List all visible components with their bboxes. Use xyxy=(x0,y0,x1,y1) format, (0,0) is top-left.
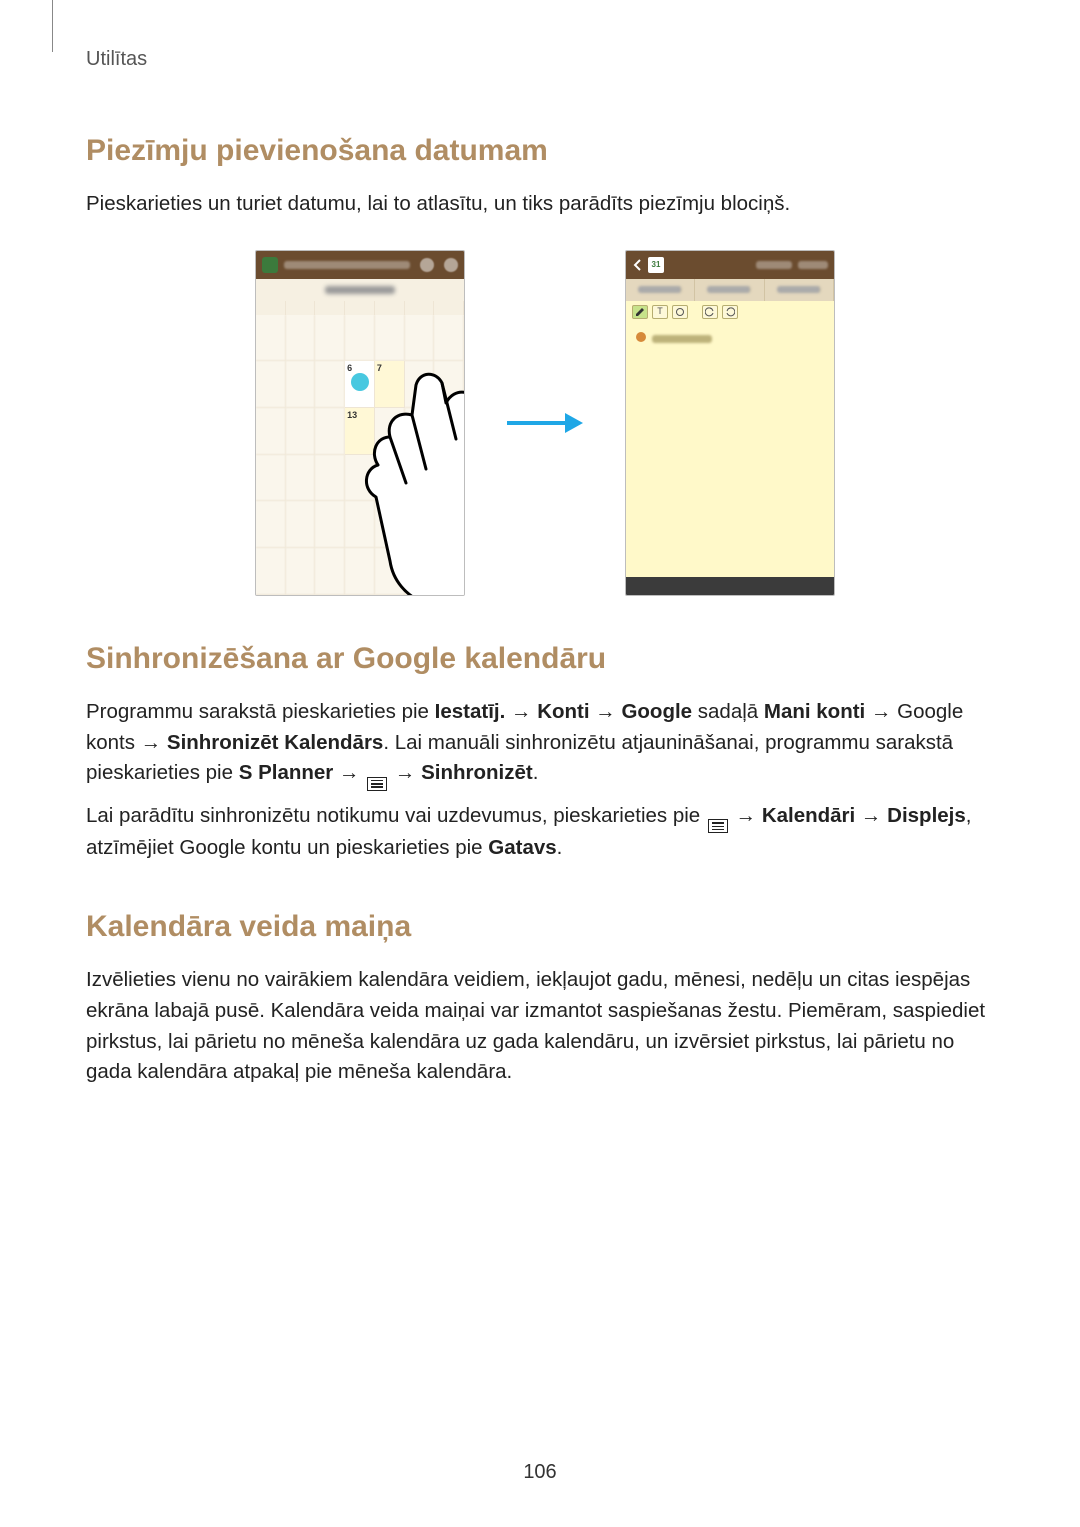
arrow-icon xyxy=(505,408,585,438)
splanner-icon xyxy=(262,257,278,273)
undo-icon xyxy=(702,305,718,319)
figure-calendar-device: 6 7 13 xyxy=(255,250,465,596)
figure-cal-cell-13: 13 xyxy=(345,408,375,455)
figure-cal-grid: 6 7 13 xyxy=(256,315,464,595)
page-number: 106 xyxy=(0,1457,1080,1487)
section1-p1: Pieskarieties un turiet datumu, lai to a… xyxy=(86,189,1004,220)
back-icon xyxy=(632,258,642,272)
figure-note-toolbar: T xyxy=(626,301,834,323)
menu-icon xyxy=(367,777,387,791)
figure-cal-header-text xyxy=(284,261,410,269)
eraser-tool-icon xyxy=(672,305,688,319)
figure-cal-cell-6: 6 xyxy=(345,361,375,408)
figure-note-tabs xyxy=(626,279,834,301)
save-blur xyxy=(798,261,828,269)
figure-note-footer xyxy=(626,577,834,595)
figure-cal-cell-7: 7 xyxy=(375,361,405,408)
pen-tool-icon xyxy=(632,305,648,319)
figure-note-area xyxy=(626,323,834,577)
section2-title: Sinhronizēšana ar Google kalendāru xyxy=(86,636,1004,681)
section3-title: Kalendāra veida maiņa xyxy=(86,904,1004,949)
page-content: Utilītas Piezīmju pievienošana datumam P… xyxy=(0,0,1080,1527)
today-icon xyxy=(420,258,434,272)
redo-icon xyxy=(722,305,738,319)
figure-row: 6 7 13 xyxy=(86,250,1004,596)
figure-cal-monthbar xyxy=(256,279,464,301)
figure-cal-dow xyxy=(256,301,464,315)
note-bullet-icon xyxy=(636,332,646,342)
breadcrumb: Utilītas xyxy=(86,44,1004,74)
section1-title: Piezīmju pievienošana datumam xyxy=(86,128,1004,173)
section2-p2: Lai parādītu sinhronizētu notikumu vai u… xyxy=(86,801,1004,864)
figure-note-header: 31 xyxy=(626,251,834,279)
text-tool-icon: T xyxy=(652,305,668,319)
add-icon xyxy=(444,258,458,272)
menu-icon xyxy=(708,819,728,833)
cancel-blur xyxy=(756,261,792,269)
section2-p1: Programmu sarakstā pieskarieties pie Ies… xyxy=(86,697,1004,791)
figure-cal-header xyxy=(256,251,464,279)
section3-p1: Izvēlieties vienu no vairākiem kalendāra… xyxy=(86,965,1004,1088)
calendar-date-icon: 31 xyxy=(648,257,664,273)
note-line-blur xyxy=(652,335,712,343)
figure-note-device: 31 T xyxy=(625,250,835,596)
